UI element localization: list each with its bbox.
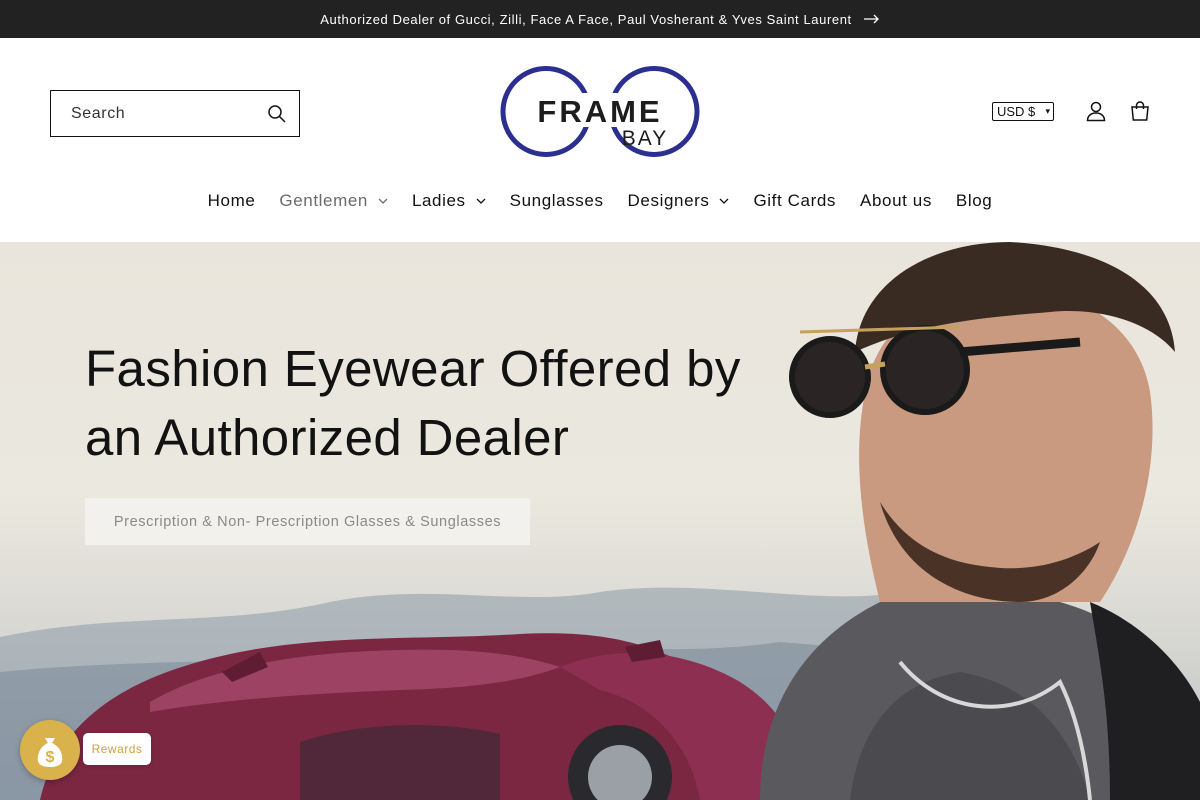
nav-item-designers[interactable]: Designers bbox=[616, 191, 742, 211]
nav-item-about-us[interactable]: About us bbox=[848, 191, 944, 211]
search-input[interactable] bbox=[71, 104, 251, 123]
search-field[interactable] bbox=[50, 90, 300, 137]
nav-item-home[interactable]: Home bbox=[196, 191, 268, 211]
nav-item-label: Home bbox=[207, 191, 256, 210]
nav-item-label: Ladies bbox=[411, 191, 466, 210]
nav-item-label: About us bbox=[860, 191, 932, 210]
currency-value: USD $ bbox=[997, 104, 1036, 119]
money-bag-icon: $ bbox=[37, 738, 63, 767]
nav-item-gift-cards[interactable]: Gift Cards bbox=[741, 191, 848, 211]
chevron-down-icon: ▾ bbox=[1045, 106, 1050, 116]
nav-item-sunglasses[interactable]: Sunglasses bbox=[498, 191, 616, 211]
search-icon[interactable] bbox=[267, 104, 287, 124]
nav-item-ladies[interactable]: Ladies bbox=[400, 191, 498, 211]
nav-item-gentlemen[interactable]: Gentlemen bbox=[267, 191, 400, 211]
main-navigation: Home Gentlemen Ladies Sunglasses Designe… bbox=[0, 186, 1200, 216]
cart-icon[interactable] bbox=[1129, 100, 1151, 122]
nav-item-label: Sunglasses bbox=[509, 191, 604, 210]
chevron-down-icon bbox=[476, 198, 486, 204]
hero-banner: Fashion Eyewear Offered by an Authorized… bbox=[0, 242, 1200, 800]
logo-text-bay: BAY bbox=[622, 127, 668, 150]
account-icon[interactable] bbox=[1085, 100, 1107, 122]
frame-bay-logo[interactable]: FRAME BAY bbox=[500, 65, 700, 158]
announcement-bar[interactable]: Authorized Dealer of Gucci, Zilli, Face … bbox=[0, 0, 1200, 38]
svg-text:$: $ bbox=[46, 749, 55, 766]
currency-selector[interactable]: USD $ ▾ bbox=[992, 102, 1054, 121]
logo-text-frame: FRAME bbox=[537, 94, 662, 129]
nav-item-label: Blog bbox=[955, 191, 993, 210]
arrow-right-icon[interactable] bbox=[863, 14, 880, 24]
announcement-text[interactable]: Authorized Dealer of Gucci, Zilli, Face … bbox=[320, 12, 852, 27]
rewards-label[interactable]: Rewards bbox=[83, 733, 151, 765]
nav-item-blog[interactable]: Blog bbox=[944, 191, 1004, 211]
rewards-launcher[interactable]: $ bbox=[20, 720, 80, 780]
nav-item-label: Gentlemen bbox=[279, 191, 368, 210]
nav-item-label: Designers bbox=[627, 191, 710, 210]
site-header: FRAME BAY USD $ ▾ Home Gentlemen Ladies … bbox=[0, 38, 1200, 242]
chevron-down-icon bbox=[378, 198, 388, 204]
hero-title: Fashion Eyewear Offered by an Authorized… bbox=[85, 340, 741, 466]
nav-item-label: Gift Cards bbox=[753, 191, 837, 210]
chevron-down-icon bbox=[720, 198, 729, 204]
hero-cta-button[interactable]: Prescription & Non- Prescription Glasses… bbox=[85, 498, 530, 545]
